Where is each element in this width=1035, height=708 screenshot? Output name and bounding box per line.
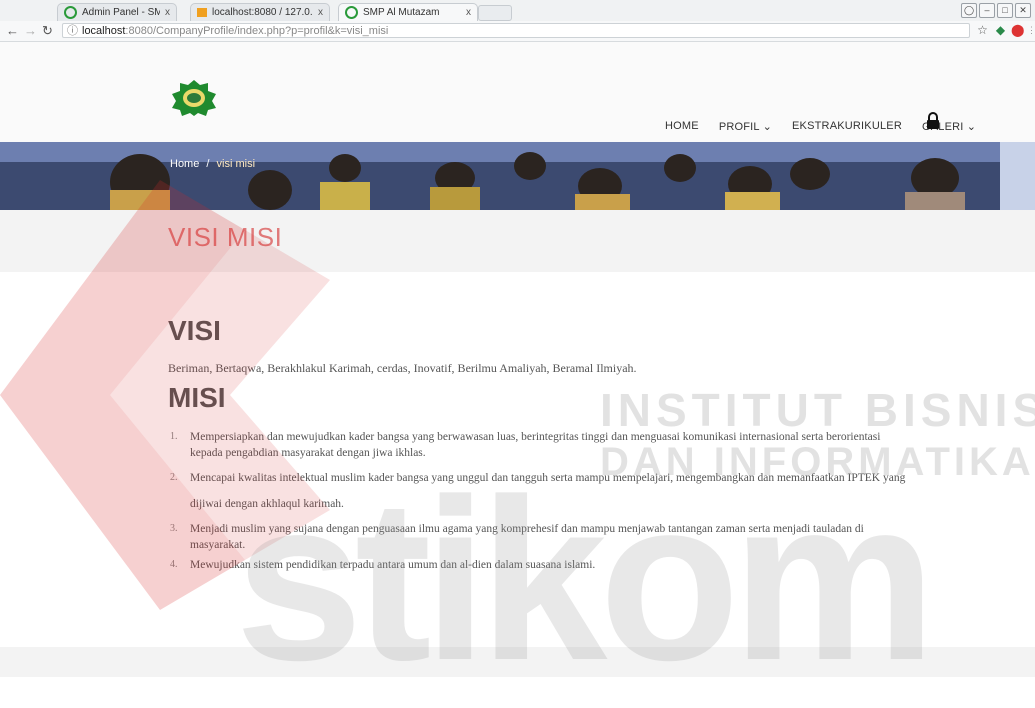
reload-icon[interactable]: ↻	[42, 23, 53, 39]
list-number: 2.	[170, 472, 178, 483]
list-number: 3.	[170, 523, 178, 534]
hero-banner-image	[0, 142, 1035, 210]
browser-tab-smp[interactable]: SMP Al Mutazam x	[338, 3, 478, 21]
misi-list: 1. Mempersiapkan dan mewujudkan kader ban…	[170, 429, 910, 577]
misi-heading: MISI	[168, 382, 226, 413]
close-window-icon[interactable]: ✕	[1015, 3, 1031, 18]
list-item: 1. Mempersiapkan dan mewujudkan kader ban…	[170, 429, 910, 461]
tab-title: localhost:8080 / 127.0.0.1	[212, 7, 313, 18]
maximize-icon[interactable]: □	[997, 3, 1013, 18]
visi-text: Beriman, Bertaqwa, Berakhlakul Karimah, …	[168, 361, 637, 375]
browser-tab-phpmyadmin[interactable]: localhost:8080 / 127.0.0.1 x	[190, 3, 330, 21]
phpmyadmin-favicon-icon	[197, 8, 207, 17]
list-item: 4. Mewujudkan sistem pendidikan terpadu a…	[170, 557, 910, 573]
breadcrumb-separator: /	[206, 158, 210, 170]
footer-strip	[0, 647, 1035, 677]
tab-title: SMP Al Mutazam	[363, 7, 440, 18]
visi-heading: VISI	[168, 315, 221, 346]
tab-title: Admin Panel - SMP Al Muta	[82, 7, 160, 18]
menu-icon[interactable]: ⋮	[1027, 24, 1035, 37]
star-icon[interactable]: ☆	[976, 24, 989, 37]
lock-icon[interactable]	[926, 112, 940, 130]
tab-close-icon[interactable]: x	[165, 7, 170, 18]
adblock-icon[interactable]: ⬤	[1011, 24, 1024, 37]
browser-address-bar: ← → ↻ ⓘ localhost:8080/CompanyProfile/ind…	[0, 21, 1035, 42]
page-title-strip	[0, 210, 1035, 272]
breadcrumb: Home / visi misi	[170, 158, 255, 170]
school-logo[interactable]	[170, 80, 218, 116]
list-number: 1.	[170, 431, 178, 442]
window-controls: ◯ – □ ✕	[961, 3, 1031, 18]
list-item: 3. Menjadi muslim yang sujana dengan peng…	[170, 521, 910, 553]
breadcrumb-home[interactable]: Home	[170, 158, 199, 170]
list-number: 4.	[170, 559, 178, 570]
banner-photo	[0, 142, 1035, 210]
list-text: Mempersiapkan dan mewujudkan kader bangs…	[190, 431, 881, 459]
circle-favicon-icon	[64, 6, 77, 19]
circle-favicon-icon	[345, 6, 358, 19]
new-tab-button[interactable]	[478, 5, 512, 21]
url-input[interactable]: ⓘ localhost:8080/CompanyProfile/index.php…	[62, 23, 970, 38]
list-text: Mewujudkan sistem pendidikan terpadu ant…	[190, 559, 596, 571]
info-icon[interactable]: ⓘ	[67, 25, 78, 37]
list-text: Mencapai kwalitas intelektual muslim kad…	[190, 472, 906, 510]
extension-icon[interactable]: ◆	[994, 24, 1007, 37]
nav-home[interactable]: HOME	[665, 120, 699, 133]
list-item: 2. Mencapai kwalitas intelektual muslim k…	[170, 465, 910, 517]
nav-ekstrakurikuler[interactable]: EKSTRAKURIKULER	[792, 120, 902, 133]
page-title: VISI MISI	[168, 222, 283, 252]
list-text: Menjadi muslim yang sujana dengan pengua…	[190, 523, 864, 551]
browser-tab-admin[interactable]: Admin Panel - SMP Al Muta x	[57, 3, 177, 21]
tab-close-icon[interactable]: x	[318, 7, 323, 18]
minimize-icon[interactable]: –	[979, 3, 995, 18]
url-host: localhost	[82, 25, 126, 37]
nav-profil[interactable]: PROFIL ⌄	[719, 120, 772, 133]
browser-tab-bar: Admin Panel - SMP Al Muta x localhost:80…	[0, 0, 1035, 22]
breadcrumb-current: visi misi	[216, 158, 256, 170]
back-icon[interactable]: ←	[6, 23, 19, 39]
user-icon[interactable]: ◯	[961, 3, 977, 18]
url-path: :8080/CompanyProfile/index.php?p=profil&…	[125, 25, 389, 37]
forward-icon[interactable]: →	[24, 23, 37, 39]
tab-close-icon[interactable]: x	[466, 7, 471, 18]
